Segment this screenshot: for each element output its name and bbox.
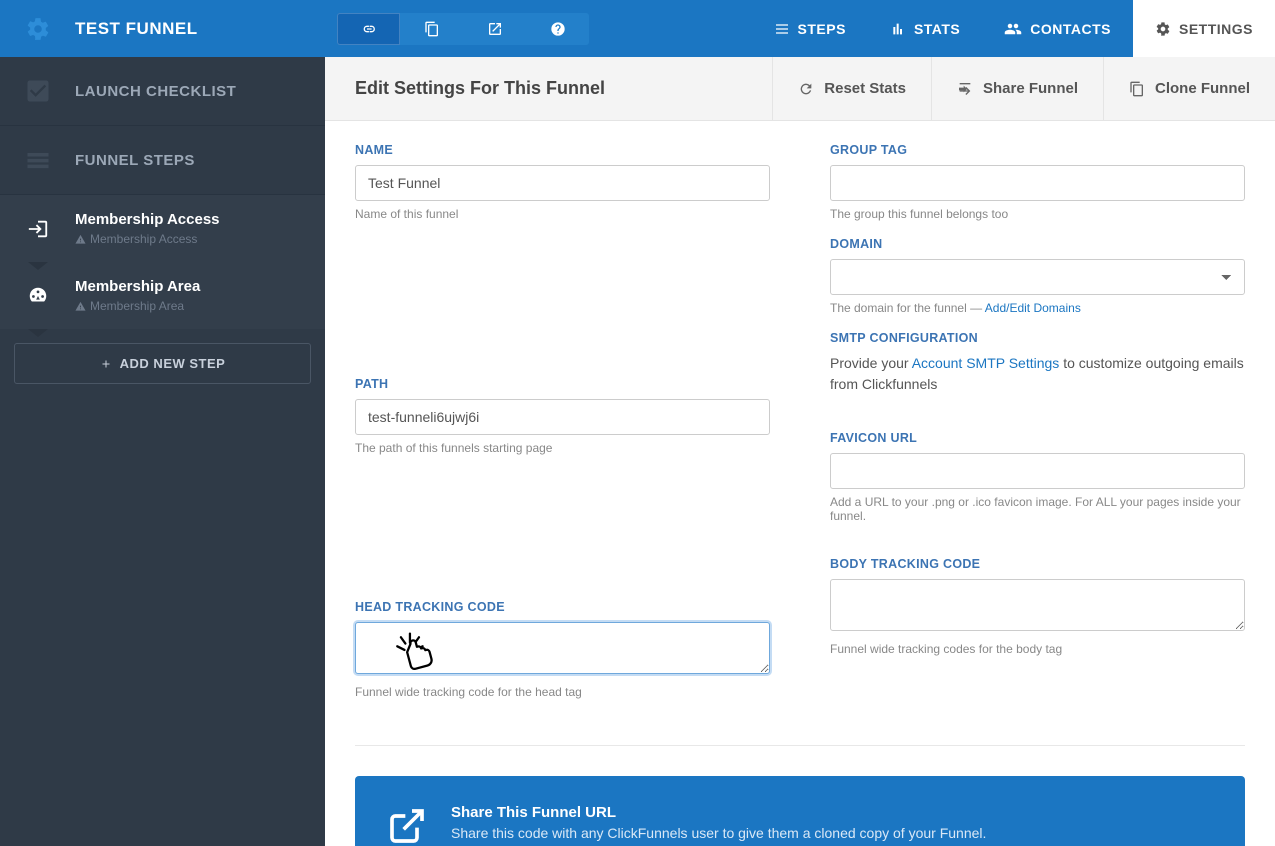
share-title: Share This Funnel URL [451, 804, 1213, 821]
clone-funnel-button[interactable]: Clone Funnel [1103, 57, 1275, 120]
nav-steps-label: STEPS [798, 21, 846, 37]
checklist-icon [0, 77, 75, 105]
copy-icon[interactable] [400, 13, 463, 45]
domain-select[interactable] [830, 259, 1245, 295]
domain-label: DOMAIN [830, 237, 1245, 251]
share-subtitle: Share this code with any ClickFunnels us… [451, 825, 1213, 841]
domain-group: DOMAIN The domain for the funnel — Add/E… [830, 237, 1245, 315]
sidebar-step-membership-access[interactable]: Membership Access Membership Access [0, 195, 325, 262]
help-icon[interactable] [526, 13, 589, 45]
body-tracking-hint: Funnel wide tracking codes for the body … [830, 642, 1245, 656]
step-title: Membership Access [75, 211, 220, 228]
share-funnel-button[interactable]: Share Funnel [931, 57, 1103, 120]
body-tracking-label: BODY TRACKING CODE [830, 557, 1245, 571]
app-header: TEST FUNNEL STEPS STATS CONTACTS SET [0, 0, 1275, 57]
name-label: NAME [355, 143, 770, 157]
add-new-step-button[interactable]: ADD NEW STEP [14, 343, 311, 384]
add-step-label: ADD NEW STEP [120, 356, 226, 371]
nav-contacts-label: CONTACTS [1030, 21, 1111, 37]
sidebar-funnel-steps[interactable]: FUNNEL STEPS [0, 126, 325, 195]
add-edit-domains-link[interactable]: Add/Edit Domains [985, 301, 1081, 315]
sidebar: LAUNCH CHECKLIST FUNNEL STEPS Membership… [0, 57, 325, 846]
reset-stats-button[interactable]: Reset Stats [772, 57, 931, 120]
group-tag-input[interactable] [830, 165, 1245, 201]
body-tracking-input[interactable] [830, 579, 1245, 631]
copy-icon [1129, 81, 1145, 97]
path-input[interactable] [355, 399, 770, 435]
list-icon [774, 21, 790, 37]
warning-icon [75, 301, 86, 312]
nav-contacts[interactable]: CONTACTS [982, 0, 1133, 57]
smtp-group: SMTP CONFIGURATION Provide your Account … [830, 331, 1245, 395]
sidebar-launch-label: LAUNCH CHECKLIST [75, 83, 236, 100]
nav-settings-label: SETTINGS [1179, 21, 1253, 37]
header-toolbar [337, 13, 589, 45]
dashboard-icon [0, 278, 75, 313]
name-field-group: NAME Name of this funnel [355, 143, 770, 221]
favicon-label: FAVICON URL [830, 431, 1245, 445]
head-tracking-hint: Funnel wide tracking code for the head t… [355, 685, 770, 699]
link-icon[interactable] [337, 13, 400, 45]
nav-steps[interactable]: STEPS [752, 0, 868, 57]
chevron-down-icon [28, 262, 48, 270]
name-input[interactable] [355, 165, 770, 201]
nav-settings[interactable]: SETTINGS [1133, 0, 1275, 57]
group-tag-hint: The group this funnel belongs too [830, 207, 1245, 221]
smtp-label: SMTP CONFIGURATION [830, 331, 1245, 345]
warning-icon [75, 234, 86, 245]
favicon-group: FAVICON URL Add a URL to your .png or .i… [830, 431, 1245, 523]
nav-stats[interactable]: STATS [868, 0, 982, 57]
sidebar-funnel-steps-label: FUNNEL STEPS [75, 152, 195, 169]
favicon-input[interactable] [830, 453, 1245, 489]
menu-icon [0, 146, 75, 174]
plus-icon [100, 358, 112, 370]
share-funnel-box: Share This Funnel URL Share this code wi… [355, 776, 1245, 846]
name-hint: Name of this funnel [355, 207, 770, 221]
head-tracking-label: HEAD TRACKING CODE [355, 600, 770, 614]
step-sub: Membership Access [75, 232, 220, 246]
funnel-title: TEST FUNNEL [75, 19, 325, 39]
head-tracking-group: HEAD TRACKING CODE Funnel wide tracking … [355, 600, 770, 699]
page-title: Edit Settings For This Funnel [325, 78, 772, 99]
users-icon [1004, 20, 1022, 38]
gear-icon [1155, 21, 1171, 37]
smtp-description: Provide your Account SMTP Settings to cu… [830, 353, 1245, 395]
nav-stats-label: STATS [914, 21, 960, 37]
share-icon [957, 81, 973, 97]
path-hint: The path of this funnels starting page [355, 441, 770, 455]
body-tracking-group: BODY TRACKING CODE Funnel wide tracking … [830, 557, 1245, 656]
path-label: PATH [355, 377, 770, 391]
group-tag-label: GROUP TAG [830, 143, 1245, 157]
content-header: Edit Settings For This Funnel Reset Stat… [325, 57, 1275, 121]
sidebar-step-membership-area[interactable]: Membership Area Membership Area [0, 262, 325, 329]
login-icon [0, 211, 75, 246]
head-tracking-input[interactable] [355, 622, 770, 674]
settings-form: NAME Name of this funnel PATH The path o… [325, 121, 1275, 745]
gear-icon[interactable] [0, 16, 75, 42]
sidebar-launch-checklist[interactable]: LAUNCH CHECKLIST [0, 57, 325, 126]
chart-icon [890, 21, 906, 37]
external-link-icon [387, 806, 427, 846]
chevron-down-icon [28, 329, 48, 337]
favicon-hint: Add a URL to your .png or .ico favicon i… [830, 495, 1245, 523]
domain-hint: The domain for the funnel — Add/Edit Dom… [830, 301, 1245, 315]
content-area: Edit Settings For This Funnel Reset Stat… [325, 57, 1275, 846]
sidebar-steps-list: Membership Access Membership Access Memb… [0, 195, 325, 329]
smtp-settings-link[interactable]: Account SMTP Settings [912, 355, 1060, 371]
path-field-group: PATH The path of this funnels starting p… [355, 377, 770, 455]
group-tag-group: GROUP TAG The group this funnel belongs … [830, 143, 1245, 221]
header-nav: STEPS STATS CONTACTS SETTINGS [752, 0, 1275, 57]
refresh-icon [798, 81, 814, 97]
external-link-icon[interactable] [463, 13, 526, 45]
step-title: Membership Area [75, 278, 200, 295]
step-sub: Membership Area [75, 299, 200, 313]
